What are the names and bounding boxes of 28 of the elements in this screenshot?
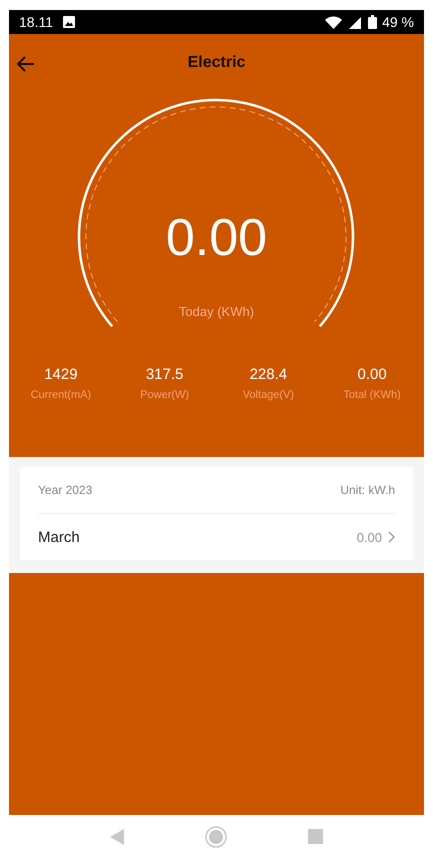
- stat-label: Voltage(V): [242, 389, 294, 401]
- image-icon: [63, 16, 75, 28]
- stat-value: 1429: [44, 366, 78, 383]
- month-name: March: [38, 528, 80, 546]
- square-icon: [308, 829, 324, 844]
- status-time: 18.11: [19, 14, 53, 30]
- battery-icon: [368, 15, 378, 29]
- month-value: 0.00: [356, 530, 382, 544]
- stat-value: 317.5: [146, 366, 184, 383]
- stat-value: 0.00: [358, 366, 387, 383]
- chevron-right-icon: [388, 531, 395, 543]
- back-button[interactable]: [15, 54, 37, 74]
- battery-level: 49 %: [382, 14, 414, 30]
- circle-icon: [204, 826, 227, 848]
- stat-value: 228.4: [250, 366, 288, 383]
- triangle-icon: [110, 828, 124, 844]
- stat-label: Current(mA): [30, 389, 92, 401]
- month-row[interactable]: March 0.00: [38, 514, 395, 560]
- gauge-label: Today (KWh): [178, 304, 254, 319]
- screen-title: Electric: [188, 54, 246, 72]
- unit-label: Unit: kW.h: [340, 483, 395, 497]
- back-arrow-icon: [17, 56, 35, 72]
- gauge-value: 0.00: [166, 208, 268, 268]
- wifi-icon: [325, 16, 342, 28]
- stat-label: Total (KWh): [343, 389, 401, 401]
- year-label: Year 2023: [38, 483, 92, 497]
- stat-label: Power(W): [140, 389, 190, 401]
- signal-icon: [347, 16, 364, 28]
